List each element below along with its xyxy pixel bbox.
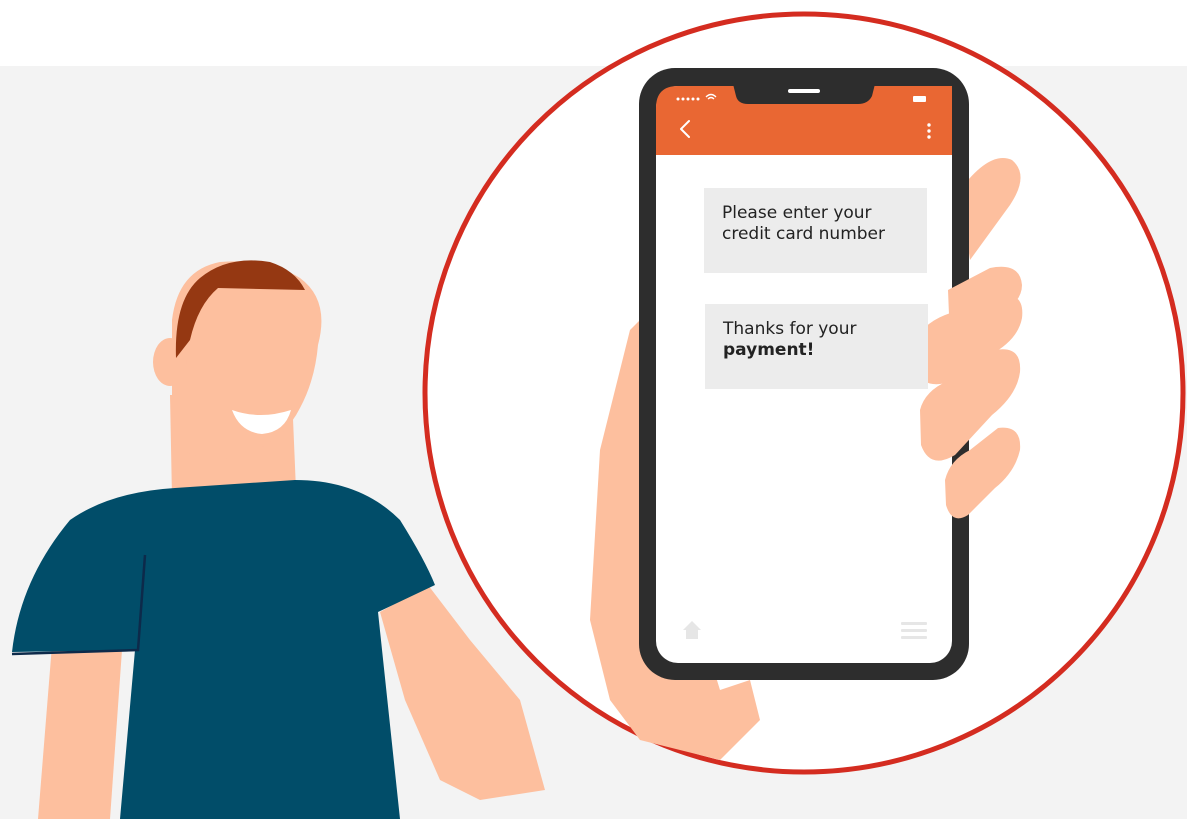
chat-bubble-line: Thanks for your [723, 319, 857, 339]
illustration [0, 11, 1187, 819]
phone-speaker [788, 89, 820, 93]
battery-icon [913, 96, 926, 102]
lens-contents [590, 68, 1023, 760]
person-back-arm [38, 645, 122, 819]
chat-bubble-line: Please enter your [722, 203, 872, 223]
chat-bubble-payment-thanks: Thanks for your payment! [705, 304, 928, 389]
more-vertical-icon[interactable] [927, 123, 931, 139]
hamburger-menu-icon[interactable] [901, 622, 927, 639]
chat-bubble-credit-card-request: Please enter your credit card number [704, 188, 927, 273]
chat-bubble-line: credit card number [722, 224, 886, 244]
chat-bubble-bold-line: payment! [723, 340, 928, 361]
payment-emphasis: payment! [723, 340, 815, 360]
